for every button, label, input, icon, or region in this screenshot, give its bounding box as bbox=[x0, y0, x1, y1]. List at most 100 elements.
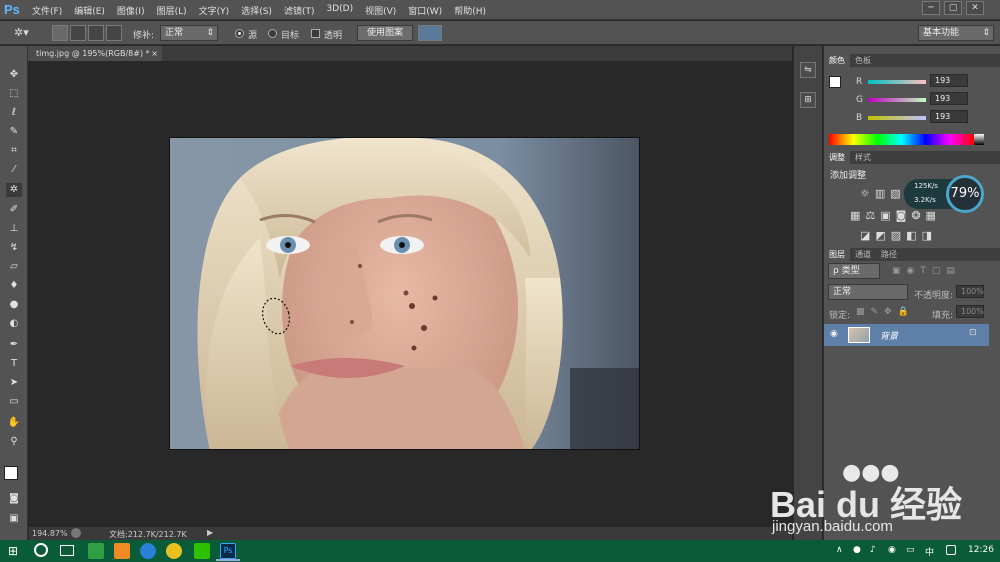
tab-color[interactable]: 颜色 bbox=[824, 54, 850, 67]
marquee-tool-icon[interactable]: ⬚ bbox=[6, 87, 22, 101]
quick-select-tool-icon[interactable]: ✎ bbox=[6, 125, 22, 139]
wechat-icon[interactable] bbox=[194, 543, 210, 559]
menu-filter[interactable]: 滤镜(T) bbox=[284, 4, 315, 17]
app-icon-3[interactable] bbox=[140, 543, 156, 559]
dodge-tool-icon[interactable]: ◐ bbox=[6, 317, 22, 331]
add-selection-icon[interactable] bbox=[70, 25, 86, 41]
status-arrow-icon[interactable]: ▶ bbox=[207, 528, 213, 537]
tab-swatches[interactable]: 色板 bbox=[850, 54, 876, 67]
transparent-checkbox[interactable] bbox=[311, 29, 320, 38]
task-view-icon[interactable] bbox=[60, 545, 74, 556]
workspace-select[interactable]: 基本功能 ⇕ bbox=[918, 25, 994, 41]
network-icon[interactable]: ◉ bbox=[888, 545, 896, 555]
brush-tool-icon[interactable]: ✐ bbox=[6, 203, 22, 217]
tab-styles[interactable]: 样式 bbox=[850, 151, 876, 164]
rectangle-tool-icon[interactable]: ▭ bbox=[6, 395, 22, 409]
pattern-picker-icon[interactable] bbox=[418, 25, 442, 41]
tab-adjustments[interactable]: 调整 bbox=[824, 151, 850, 164]
channel-b-slider[interactable] bbox=[868, 116, 926, 120]
layer-filter-select[interactable]: ρ 类型 bbox=[828, 263, 880, 279]
menu-3d[interactable]: 3D(D) bbox=[326, 4, 353, 17]
app-icon-1[interactable] bbox=[88, 543, 104, 559]
menu-select[interactable]: 选择(S) bbox=[241, 4, 272, 17]
cortana-icon[interactable] bbox=[34, 543, 48, 557]
lock-icons[interactable]: ▩✎✥🔒 bbox=[856, 307, 915, 317]
photoshop-taskbar-icon[interactable]: Ps bbox=[220, 543, 236, 559]
intersect-selection-icon[interactable] bbox=[106, 25, 122, 41]
channel-b-value[interactable]: 193 bbox=[930, 110, 968, 123]
battery-icon[interactable]: ▭ bbox=[906, 545, 915, 555]
menu-image[interactable]: 图像(I) bbox=[117, 4, 145, 17]
app-icon-4[interactable] bbox=[166, 543, 182, 559]
tab-channels[interactable]: 通道 bbox=[850, 248, 876, 261]
history-brush-tool-icon[interactable]: ↯ bbox=[6, 241, 22, 255]
app-icon-2[interactable] bbox=[114, 543, 130, 559]
tray-chevron-icon[interactable]: ∧ bbox=[836, 545, 843, 555]
eyedropper-tool-icon[interactable]: ⁄ bbox=[6, 163, 22, 177]
volume-icon[interactable]: ♪ bbox=[870, 545, 876, 555]
layer-filter-icons[interactable]: ▣◉T▢▤ bbox=[892, 266, 961, 276]
layer-row-background[interactable]: ◉ 背景 ⊡ bbox=[824, 324, 989, 346]
history-panel-icon[interactable]: ⇋ bbox=[800, 62, 816, 78]
pen-tool-icon[interactable]: ✒ bbox=[6, 338, 22, 352]
repair-mode-select[interactable]: 正常 ⇕ bbox=[160, 25, 218, 41]
patch-tool-preset-icon[interactable]: ✲▾ bbox=[14, 25, 40, 41]
ime-icon[interactable] bbox=[946, 545, 956, 555]
use-pattern-button[interactable]: 使用图案 bbox=[357, 25, 413, 41]
minimize-button[interactable]: ─ bbox=[922, 1, 940, 15]
status-info-icon[interactable] bbox=[71, 528, 81, 538]
menu-file[interactable]: 文件(F) bbox=[32, 4, 62, 17]
document-tab[interactable]: timg.jpg @ 195%(RGB/8#) * × bbox=[28, 46, 162, 61]
stamp-tool-icon[interactable]: ⊥ bbox=[6, 222, 22, 236]
patch-tool-icon[interactable]: ✲ bbox=[6, 183, 22, 197]
quick-mask-icon[interactable]: ◙ bbox=[6, 492, 22, 506]
menu-layer[interactable]: 图层(L) bbox=[157, 4, 187, 17]
channel-g-slider[interactable] bbox=[868, 98, 926, 102]
target-radio[interactable] bbox=[268, 29, 277, 38]
menu-help[interactable]: 帮助(H) bbox=[454, 4, 486, 17]
channel-g-value[interactable]: 193 bbox=[930, 92, 968, 105]
foreground-color-swatch[interactable] bbox=[4, 466, 18, 480]
new-selection-icon[interactable] bbox=[52, 25, 68, 41]
properties-panel-icon[interactable]: ⊞ bbox=[800, 92, 816, 108]
close-button[interactable]: ✕ bbox=[966, 1, 984, 15]
adjustment-icons-row-3[interactable]: ◪◩▨◧◨ bbox=[860, 229, 937, 242]
menu-view[interactable]: 视图(V) bbox=[365, 4, 396, 17]
windows-start-icon[interactable]: ⊞ bbox=[8, 544, 18, 558]
tray-app-icon[interactable]: ● bbox=[853, 545, 861, 555]
move-tool-icon[interactable]: ✥ bbox=[6, 68, 22, 82]
maximize-button[interactable]: ▢ bbox=[944, 1, 962, 15]
layer-name[interactable]: 背景 bbox=[880, 329, 898, 342]
path-select-tool-icon[interactable]: ➤ bbox=[6, 376, 22, 390]
memory-percent-badge[interactable]: 79% bbox=[946, 175, 984, 213]
color-spectrum-bar[interactable] bbox=[829, 134, 974, 145]
eye-icon[interactable]: ◉ bbox=[830, 329, 838, 339]
crop-tool-icon[interactable]: ⌗ bbox=[6, 144, 22, 158]
channel-r-slider[interactable] bbox=[868, 80, 926, 84]
paint-bucket-tool-icon[interactable]: ♦ bbox=[6, 279, 22, 293]
blend-mode-select[interactable]: 正常 bbox=[828, 284, 908, 300]
zoom-tool-icon[interactable]: ⚲ bbox=[6, 435, 22, 449]
tab-layers[interactable]: 图层 bbox=[824, 248, 850, 261]
menu-type[interactable]: 文字(Y) bbox=[199, 4, 230, 17]
input-language[interactable]: 中 bbox=[925, 545, 934, 558]
type-tool-icon[interactable]: T bbox=[6, 357, 22, 371]
blur-tool-icon[interactable]: ● bbox=[6, 298, 22, 312]
tab-paths[interactable]: 路径 bbox=[876, 248, 902, 261]
opacity-value[interactable]: 100% bbox=[956, 285, 984, 298]
screen-mode-icon[interactable]: ▣ bbox=[6, 512, 22, 526]
eraser-tool-icon[interactable]: ▱ bbox=[6, 260, 22, 274]
adjustment-icons-row-1[interactable]: ☼▥▧ bbox=[860, 187, 906, 200]
source-radio[interactable] bbox=[235, 29, 244, 38]
fg-color-chip[interactable] bbox=[829, 76, 841, 88]
hand-tool-icon[interactable]: ✋ bbox=[6, 416, 22, 430]
tab-close-icon[interactable]: × bbox=[151, 46, 158, 61]
menu-window[interactable]: 窗口(W) bbox=[408, 4, 442, 17]
fill-value[interactable]: 100% bbox=[956, 305, 984, 318]
adjustment-icons-row-2[interactable]: ▦⚖▣◙❂▦ bbox=[850, 209, 941, 222]
clock[interactable]: 12:26 bbox=[968, 545, 994, 555]
document-image[interactable] bbox=[169, 137, 640, 450]
lasso-tool-icon[interactable]: ℓ bbox=[6, 106, 22, 120]
zoom-level[interactable]: 194.87% bbox=[32, 529, 68, 538]
subtract-selection-icon[interactable] bbox=[88, 25, 104, 41]
